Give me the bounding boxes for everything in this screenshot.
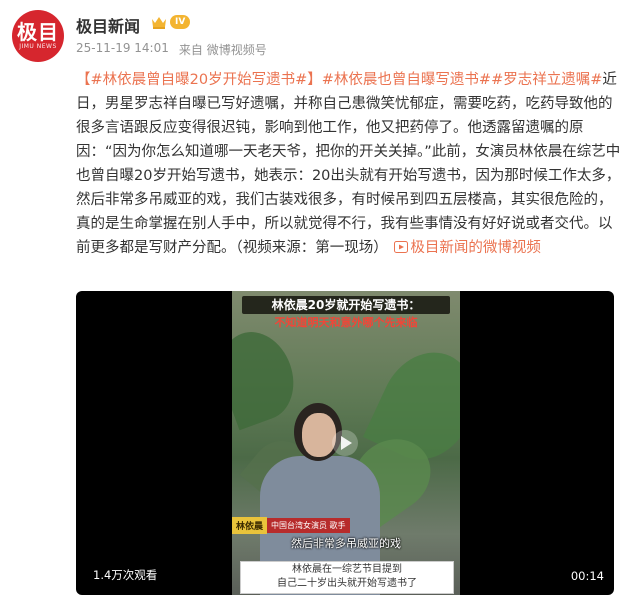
avatar-logo-text: 极目 <box>17 20 59 44</box>
play-icon[interactable] <box>331 429 359 457</box>
video-caption: 然后非常多吊威亚的戏 <box>291 537 401 550</box>
video-bottom-line: 自己二十岁出头就开始写遗书了 <box>277 578 417 589</box>
avatar-logo-subtext: JIMU NEWS <box>19 43 57 50</box>
video-overlay-title: 林依晨20岁就开始写遗书： <box>242 296 450 314</box>
weibo-post: 极目 JIMU NEWS 极目新闻 IV 25-11-19 14:01 来自 微… <box>0 0 630 609</box>
video-player[interactable]: 林依晨20岁就开始写遗书： 不知道明天和意外哪个先来临 林依晨 中国台湾女演员 … <box>76 291 614 595</box>
topic-tag[interactable]: 【#林依晨曾自曝20岁开始写遗书#】 <box>76 72 322 88</box>
name-card-role: 中国台湾女演员 歌手 <box>267 518 350 533</box>
post-source: 来自 微博视频号 <box>178 43 267 57</box>
video-duration: 00:14 <box>570 569 604 583</box>
view-count: 1.4万次观看 <box>93 568 158 582</box>
video-overlay-subtitle: 不知道明天和意外哪个先来临 <box>274 316 418 329</box>
crown-icon <box>152 17 166 29</box>
topic-tag[interactable]: #林依晨也曾自曝写遗书# <box>322 72 491 88</box>
post-text: 近日，男星罗志祥自曝已写好遗嘱，并称自己患微笑忧郁症，需要吃药，吃药导致他的很多… <box>76 72 621 256</box>
post-time[interactable]: 25-11-19 14:01 <box>76 41 169 58</box>
post-content: 【#林依晨曾自曝20岁开始写遗书#】#林依晨也曾自曝写遗书##罗志祥立遗嘱#近日… <box>76 68 622 260</box>
video-link-icon <box>394 241 409 253</box>
post-meta: 25-11-19 14:01 来自 微博视频号 <box>76 41 267 58</box>
vip-badge[interactable]: IV <box>150 14 191 30</box>
background-foliage <box>232 321 306 431</box>
author-name[interactable]: 极目新闻 <box>76 13 140 37</box>
topic-tag[interactable]: #罗志祥立遗嘱# <box>491 72 602 88</box>
name-card: 林依晨 中国台湾女演员 歌手 <box>232 517 350 534</box>
name-card-name: 林依晨 <box>232 517 268 534</box>
avatar[interactable]: 极目 JIMU NEWS <box>12 10 64 62</box>
video-bottom-banner: 林依晨在一综艺节目提到 自己二十岁出头就开始写遗书了 <box>240 561 454 594</box>
video-source-link[interactable]: 极目新闻的微博视频 <box>410 240 541 256</box>
level-badge: IV <box>170 15 191 29</box>
video-bottom-line: 林依晨在一综艺节目提到 <box>292 564 402 575</box>
